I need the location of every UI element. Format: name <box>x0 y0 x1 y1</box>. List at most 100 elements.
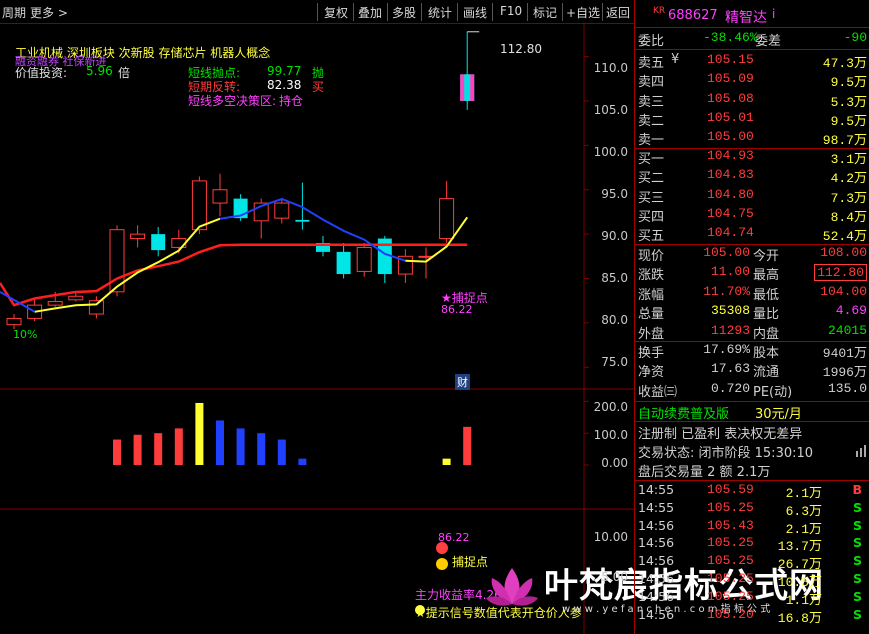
kline-chart[interactable] <box>0 0 634 634</box>
quote-label: 现价 <box>638 249 665 264</box>
ind-value: 86.22 <box>438 531 470 544</box>
weibi-label: 委比 <box>638 34 665 49</box>
quote-value: 108.00 <box>820 245 867 260</box>
tick-price: 105.25 <box>707 571 754 586</box>
pct-label: 10% <box>13 328 38 341</box>
bar-chart-icon[interactable] <box>855 445 867 457</box>
tick-price: 105.59 <box>707 482 754 497</box>
tick-volume: 26.7万 <box>777 557 822 573</box>
bid-price: 104.93 <box>707 148 754 163</box>
ask-label: 卖四 <box>638 75 665 91</box>
weibi-value: -38.46% <box>703 30 758 45</box>
price-axis: 110.0 105.0 100.0 95.0 90.0 85.0 80.0 75… <box>584 0 634 390</box>
tick-time: 14:56 <box>638 553 675 569</box>
period-button[interactable]: 周期 <box>2 4 26 21</box>
volume-bar <box>195 402 204 465</box>
fee-row[interactable]: 自动续费普及版 30元/月 <box>635 402 869 422</box>
quote-label: 总量 <box>638 307 665 323</box>
price-tick: 100.0 <box>593 145 628 159</box>
fee-price: 30元/月 <box>755 407 802 422</box>
tick-time: 14:55 <box>638 499 675 515</box>
fund-label: 股本 <box>753 346 780 361</box>
volume-axis: 200.0 100.0 0.00 <box>584 390 634 510</box>
quote-value: 11.00 <box>710 264 750 280</box>
quote-label: 量比 <box>753 307 780 323</box>
tick-side: B <box>852 482 862 497</box>
tick-time: 14:56 <box>638 571 675 586</box>
ask-price: 105.00 <box>707 129 754 145</box>
tick-volume: 13.7万 <box>777 539 822 555</box>
bid-label: 买四 <box>638 209 665 225</box>
quote-value: 11.70% <box>703 283 750 299</box>
value-invest-number: 5.96 <box>86 64 113 78</box>
ask-volume: 9.5万 <box>830 113 867 129</box>
toolbar-divider <box>527 3 528 21</box>
bid-volume: 8.4万 <box>830 209 867 225</box>
ask-price: 105.09 <box>707 71 754 87</box>
volume-tick: 200.0 <box>593 400 628 414</box>
fund-value: 17.63 <box>710 361 750 377</box>
fund-value: 1996万 <box>822 365 867 381</box>
indicator-tick: 10.00 <box>593 530 628 544</box>
info-icon[interactable]: i <box>772 7 775 21</box>
ask-row: 卖一 105.00 98.7万 <box>635 129 869 149</box>
tick-side: S <box>852 571 862 586</box>
stock-name: 精智达 <box>725 10 767 26</box>
quote-label: 外盘 <box>638 326 665 342</box>
tick-side: S <box>852 553 862 569</box>
fund-row: 收益㈢ 0.720 PE(动) 135.0 <box>635 381 869 401</box>
stock-code: 688627 <box>668 8 718 23</box>
candle-body <box>439 198 455 240</box>
quote-value: 24015 <box>827 322 867 338</box>
tick-time: 14:56 <box>638 535 675 551</box>
tick-price: 105.20 <box>707 606 754 622</box>
fund-label: 换手 <box>638 346 665 361</box>
fuquan-button[interactable]: 复权 <box>324 4 348 21</box>
overlay-button[interactable]: 叠加 <box>358 4 382 21</box>
volume-bar <box>133 434 142 465</box>
toolbar-divider <box>492 3 493 21</box>
quote-panel: KR 688627 精智达 i 委比 -38.46% 委差 -90 自动续费普及… <box>634 0 869 634</box>
quote-label: 最高 <box>753 268 780 284</box>
bid-price: 104.75 <box>707 205 754 221</box>
candle-body <box>88 300 104 315</box>
ma-short-yellow <box>405 216 469 263</box>
quote-label: 涨跌 <box>638 268 665 284</box>
f10-button[interactable]: F10 <box>500 4 522 18</box>
stock-header[interactable]: KR 688627 精智达 i <box>635 3 869 26</box>
tick-time: 14:56 <box>638 517 675 533</box>
decision-zone-label: 短线多空决策区: <box>188 94 277 108</box>
volume-bar <box>236 428 245 465</box>
tick-time: 14:56 <box>638 588 675 604</box>
ma-short-yellow <box>34 217 221 313</box>
fund-value: 17.69% <box>703 342 750 357</box>
signal-reversal-action: 买 <box>312 80 325 94</box>
multi-stock-button[interactable]: 多股 <box>392 4 416 21</box>
finance-badge[interactable]: 财 <box>455 374 470 390</box>
toolbar-divider <box>353 3 354 21</box>
stats-button[interactable]: 统计 <box>428 4 452 21</box>
tick-volume: 2.1万 <box>785 521 822 537</box>
quote-value: 105.00 <box>703 245 750 260</box>
price-tick: 95.0 <box>601 187 628 201</box>
mark-button[interactable]: 标记 <box>533 4 557 21</box>
quote-row: 涨幅 11.70% 最低 104.00 <box>635 284 869 304</box>
candle-body <box>151 234 166 251</box>
status-text: 交易状态: 闭市阶段 15:30:10 <box>638 446 814 461</box>
chevron-right-icon: > <box>54 6 68 20</box>
more-button[interactable]: 更多 > <box>30 4 68 21</box>
quote-value: 112.80 <box>814 264 867 282</box>
draw-line-button[interactable]: 画线 <box>463 4 487 21</box>
signal-reversal-value: 82.38 <box>267 78 302 92</box>
ask-label: 卖二 <box>638 113 665 129</box>
bid-row: 买四 104.75 8.4万 <box>635 206 869 226</box>
fund-value: 0.720 <box>710 380 750 396</box>
bid-price: 104.74 <box>707 225 754 241</box>
volume-tick: 100.0 <box>593 428 628 442</box>
bid-label: 买三 <box>638 190 665 206</box>
fund-row: 换手 17.69% 股本 9401万 <box>635 342 869 362</box>
volume-bar <box>298 458 307 465</box>
divider <box>635 49 869 50</box>
toolbar-divider <box>562 3 563 21</box>
candle-body <box>47 301 63 306</box>
